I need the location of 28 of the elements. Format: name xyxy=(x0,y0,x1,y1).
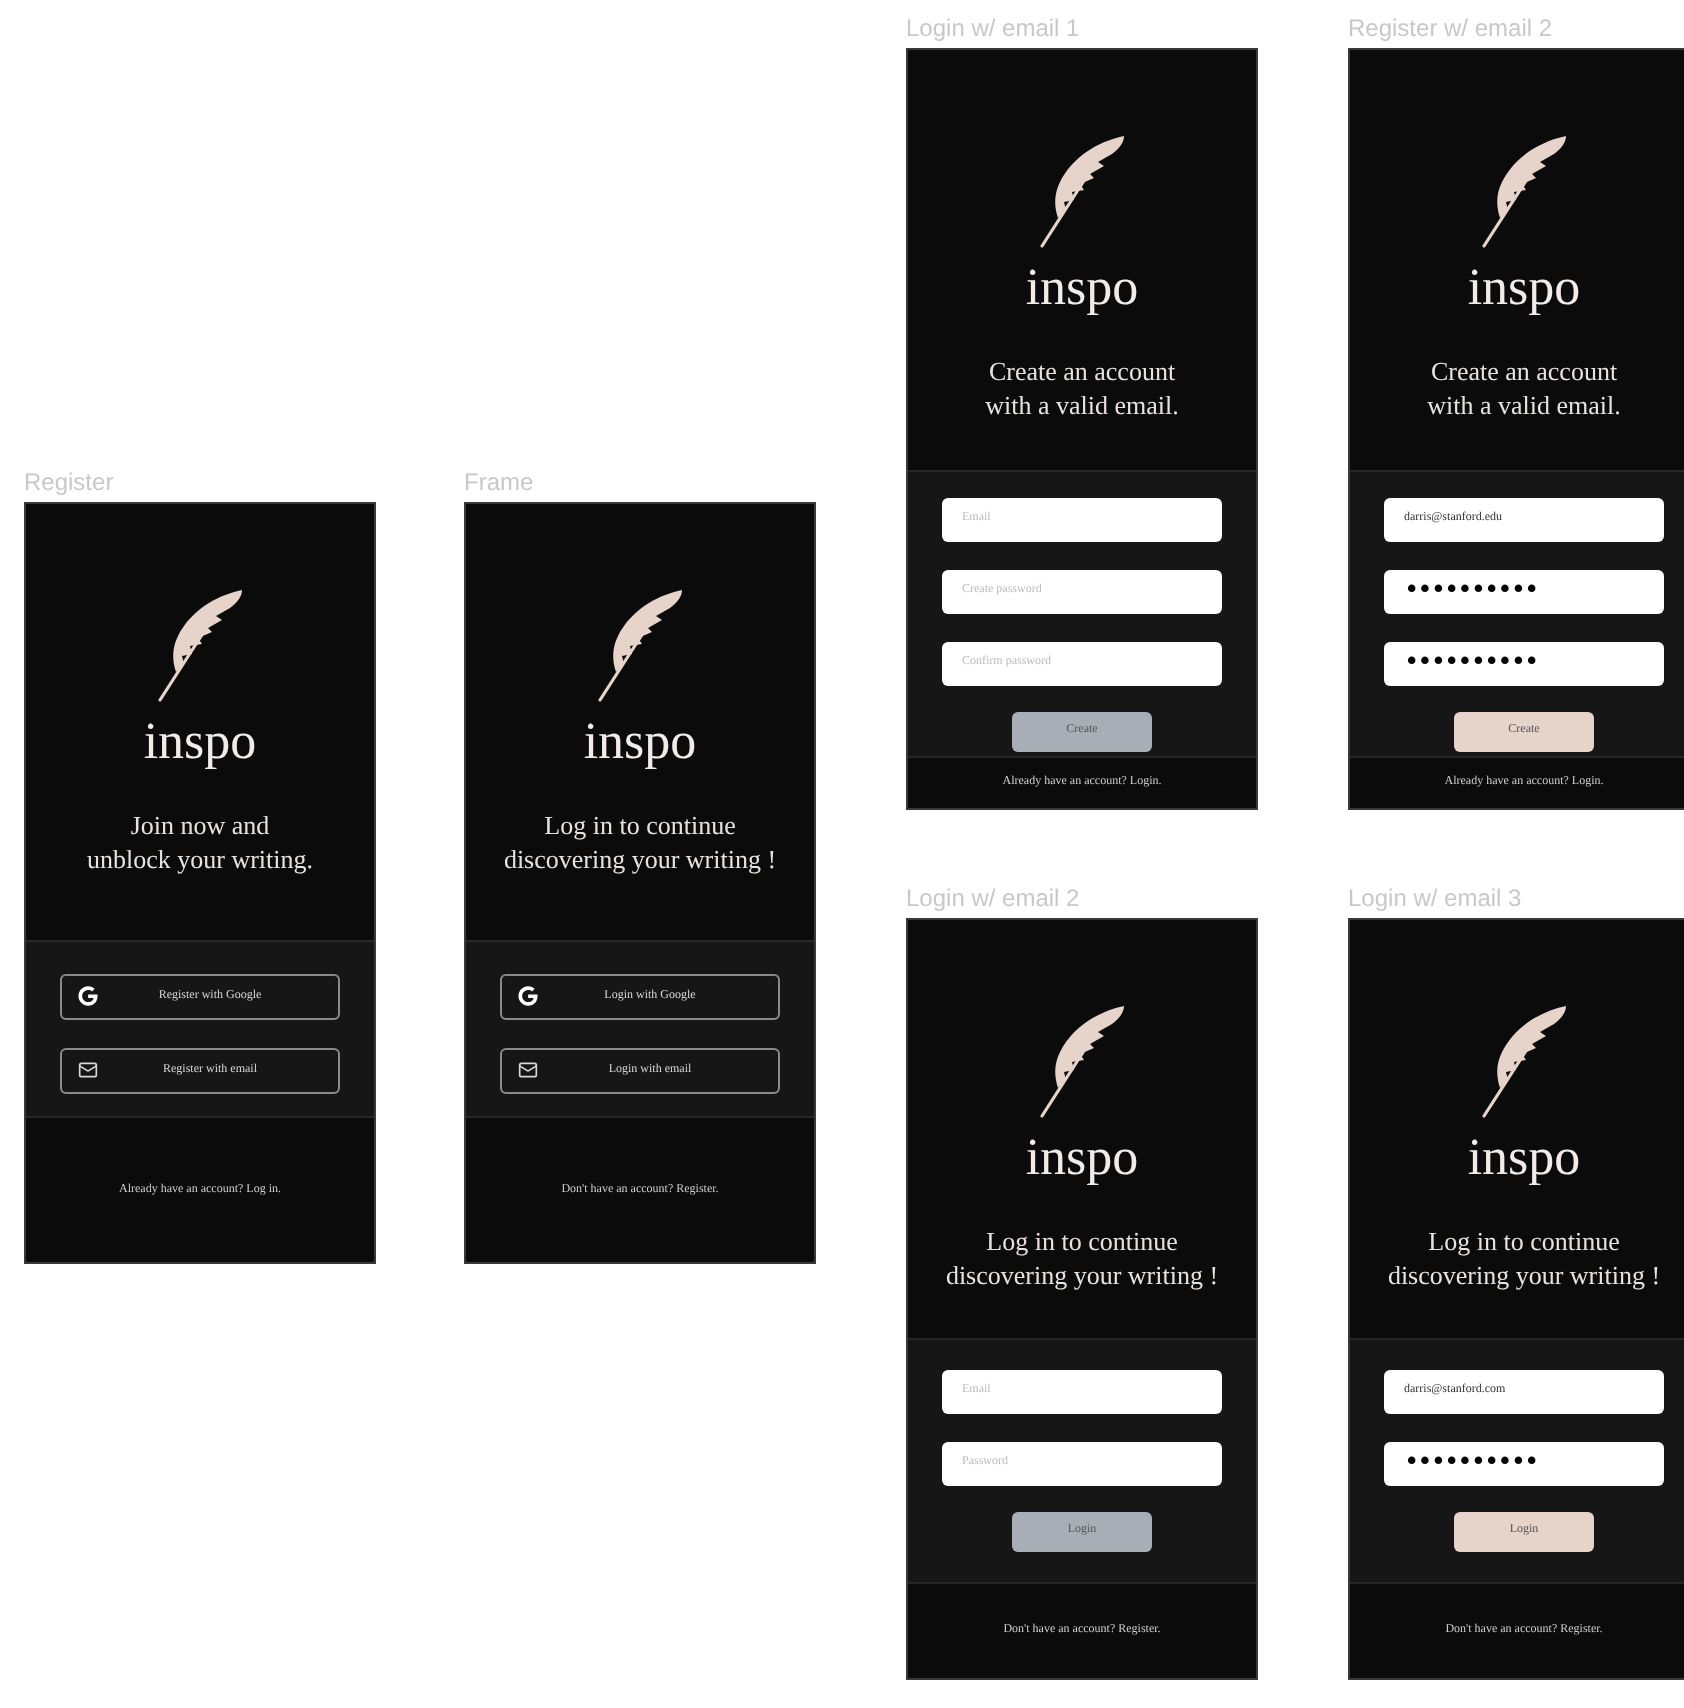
feather-icon xyxy=(1478,134,1570,250)
field-value: •••••••••• xyxy=(1404,578,1538,605)
google-icon xyxy=(78,986,98,1007)
field-value: •••••••••• xyxy=(1404,650,1538,677)
brand-name: inspo xyxy=(143,712,257,772)
brand-name: inspo xyxy=(1025,1128,1139,1188)
feather-icon xyxy=(1478,1004,1570,1120)
feather-icon xyxy=(1036,134,1128,250)
google-icon xyxy=(518,986,538,1007)
brand-name: inspo xyxy=(1467,258,1581,318)
brand-name: inspo xyxy=(1025,258,1139,318)
brand-name: inspo xyxy=(583,712,697,772)
input-field[interactable]: •••••••••• xyxy=(1384,569,1664,614)
mail-icon xyxy=(518,1060,538,1081)
brand-name: inspo xyxy=(1467,1128,1581,1188)
feather-icon xyxy=(594,588,686,704)
heading: Log in to continue discovering your writing ! xyxy=(943,1224,1221,1292)
input-field[interactable]: •••••••••• xyxy=(1384,641,1664,686)
heading: Create an account with a valid email. xyxy=(983,354,1181,422)
heading: Log in to continue discovering your writing ! xyxy=(1385,1224,1663,1292)
mail-icon xyxy=(78,1060,98,1081)
input-field[interactable]: •••••••••• xyxy=(1384,1441,1664,1486)
heading: Log in to continue discovering your writing ! xyxy=(501,808,779,876)
field-value: •••••••••• xyxy=(1404,1450,1538,1477)
feather-icon xyxy=(154,588,246,704)
feather-icon xyxy=(1036,1004,1128,1120)
heading: Join now and unblock your writing. xyxy=(84,808,315,876)
heading: Create an account with a valid email. xyxy=(1425,354,1623,422)
